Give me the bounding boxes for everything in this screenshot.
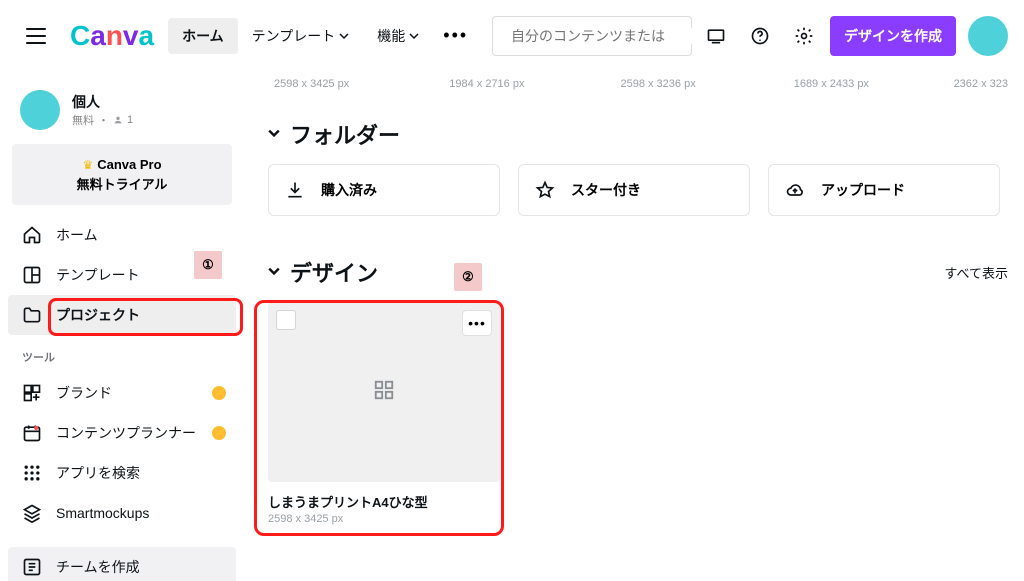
- chevron-down-icon: [409, 31, 419, 41]
- nav-feature-label: 機能: [377, 26, 405, 46]
- pro-badge-icon: [212, 386, 226, 400]
- sidebar: 個人 無料・ 1 ♛ Canva Pro 無料トライアル ホーム テンプレート: [0, 72, 244, 581]
- view-all-link[interactable]: すべて表示: [944, 263, 1008, 282]
- design-card[interactable]: ••• しまうまプリントA4ひな型 2598 x 3425 px: [268, 302, 500, 525]
- annotation-callout-2: ②: [454, 263, 482, 291]
- sidebar-item-brand[interactable]: ブランド: [8, 373, 236, 413]
- brand-icon: [22, 383, 42, 403]
- chevron-down-icon[interactable]: [268, 127, 280, 142]
- home-icon: [22, 225, 42, 245]
- sidebar-item-label: テンプレート: [56, 265, 140, 285]
- cloud-upload-icon: [783, 178, 807, 202]
- folder-label: 購入済み: [321, 180, 377, 200]
- sidebar-item-label: アプリを検索: [56, 463, 140, 483]
- canva-logo[interactable]: Canva: [70, 20, 154, 52]
- gear-icon[interactable]: [784, 16, 824, 56]
- sidebar-item-planner[interactable]: コンテンツプランナー: [8, 413, 236, 453]
- select-checkbox[interactable]: [276, 310, 296, 330]
- folders-section-head: フォルダー: [268, 118, 1008, 150]
- profile-meta: 無料・ 1: [72, 112, 133, 128]
- folder-purchased[interactable]: 購入済み: [268, 164, 500, 216]
- sidebar-item-create-team[interactable]: チームを作成: [8, 547, 236, 581]
- placeholder-grid-icon: [373, 379, 395, 406]
- tools-heading: ツール: [8, 335, 236, 371]
- sidebar-item-label: ブランド: [56, 383, 112, 403]
- folder-starred[interactable]: スター付き: [518, 164, 750, 216]
- trial-title: Canva Pro: [97, 157, 161, 172]
- download-icon: [283, 178, 307, 202]
- sidebar-item-label: ホーム: [56, 225, 98, 245]
- folders-heading: フォルダー: [290, 118, 400, 150]
- sidebar-item-home[interactable]: ホーム: [8, 215, 236, 255]
- calendar-icon: [22, 423, 42, 443]
- nav-feature-button[interactable]: 機能: [363, 18, 433, 54]
- star-icon: [533, 178, 557, 202]
- trial-subtitle: 無料トライアル: [22, 174, 222, 193]
- apps-icon: [22, 463, 42, 483]
- folder-label: アップロード: [821, 180, 905, 200]
- nav-home-button[interactable]: ホーム: [168, 18, 238, 54]
- folder-icon: [22, 305, 42, 325]
- annotation-callout-1: ①: [194, 251, 222, 279]
- profile-avatar: [20, 90, 60, 130]
- nav-template-label: テンプレート: [252, 26, 336, 46]
- search-box[interactable]: [492, 16, 692, 56]
- layers-icon: [22, 503, 42, 523]
- team-icon: [22, 557, 42, 577]
- person-icon: [113, 115, 123, 125]
- dimensions-row: 2598 x 3425 px 1984 x 2716 px 2598 x 323…: [268, 78, 1008, 90]
- sidebar-item-label: コンテンツプランナー: [56, 423, 196, 443]
- sidebar-item-label: Smartmockups: [56, 505, 149, 521]
- more-icon[interactable]: •••: [462, 310, 492, 336]
- design-title: しまうまプリントA4ひな型: [268, 492, 500, 511]
- nav-template-button[interactable]: テンプレート: [238, 18, 364, 54]
- design-meta: 2598 x 3425 px: [268, 513, 500, 525]
- sidebar-item-project[interactable]: プロジェクト: [8, 295, 236, 335]
- search-input[interactable]: [511, 28, 692, 44]
- sidebar-item-smartmockups[interactable]: Smartmockups: [8, 493, 236, 533]
- menu-icon[interactable]: [24, 24, 48, 48]
- designs-section-head: デザイン すべて表示: [268, 256, 1008, 288]
- main-content: 2598 x 3425 px 1984 x 2716 px 2598 x 323…: [244, 72, 1024, 581]
- top-header: Canva ホーム テンプレート 機能 ••• デザインを作成: [0, 0, 1024, 72]
- nav-more-icon[interactable]: •••: [433, 17, 478, 54]
- trial-card[interactable]: ♛ Canva Pro 無料トライアル: [12, 144, 232, 205]
- designs-heading: デザイン: [290, 256, 378, 288]
- folder-label: スター付き: [571, 180, 641, 200]
- create-design-button[interactable]: デザインを作成: [830, 16, 956, 56]
- profile-block[interactable]: 個人 無料・ 1: [8, 80, 236, 144]
- chevron-down-icon[interactable]: [268, 265, 280, 280]
- chevron-down-icon: [339, 31, 349, 41]
- help-icon[interactable]: [740, 16, 780, 56]
- sidebar-item-label: プロジェクト: [56, 305, 140, 325]
- present-icon[interactable]: [696, 16, 736, 56]
- folder-uploads[interactable]: アップロード: [768, 164, 1000, 216]
- pro-badge-icon: [212, 426, 226, 440]
- profile-name: 個人: [72, 92, 133, 112]
- sidebar-item-label: チームを作成: [56, 557, 140, 577]
- crown-icon: ♛: [82, 158, 93, 172]
- template-icon: [22, 265, 42, 285]
- user-avatar[interactable]: [968, 16, 1008, 56]
- design-thumbnail[interactable]: •••: [268, 302, 500, 482]
- sidebar-item-apps[interactable]: アプリを検索: [8, 453, 236, 493]
